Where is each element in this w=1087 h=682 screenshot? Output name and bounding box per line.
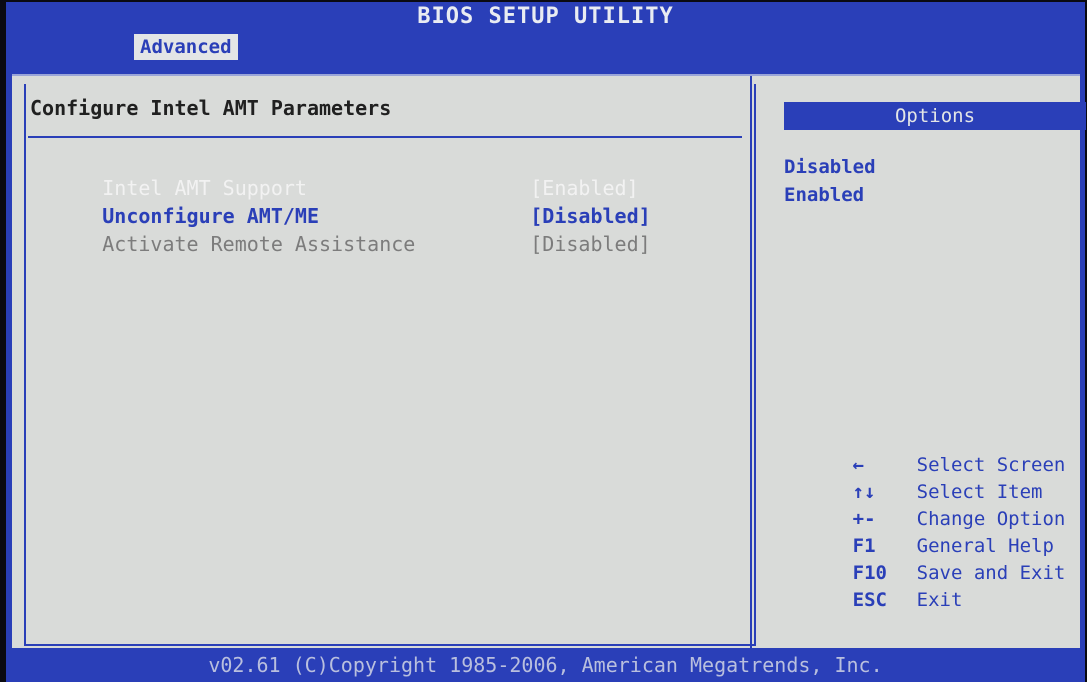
setting-value: [Disabled] — [530, 232, 651, 256]
options-header: Options — [784, 102, 1086, 130]
setting-row-activate-remote-assistance: Activate Remote Assistance [Disabled] — [30, 208, 651, 280]
bios-screen: BIOS SETUP UTILITY Advanced Configure In… — [6, 2, 1086, 682]
page-title: Configure Intel AMT Parameters — [30, 96, 392, 120]
tab-advanced[interactable]: Advanced — [134, 34, 238, 60]
help-key: ESC — [852, 589, 887, 611]
help-text: Exit — [916, 589, 963, 611]
help-exit: ESC Exit — [784, 567, 963, 633]
title-divider — [28, 136, 742, 138]
setting-label: Activate Remote Assistance — [102, 232, 416, 256]
tab-bar: Advanced — [6, 34, 1085, 60]
main-area: Configure Intel AMT Parameters Intel AMT… — [12, 74, 1086, 650]
window-title: BIOS SETUP UTILITY — [417, 4, 674, 29]
panel-divider — [750, 76, 752, 650]
option-enabled[interactable]: Enabled — [784, 184, 864, 206]
option-disabled[interactable]: Disabled — [784, 156, 876, 178]
copyright-footer: v02.61 (C)Copyright 1985-2006, American … — [6, 648, 1085, 682]
